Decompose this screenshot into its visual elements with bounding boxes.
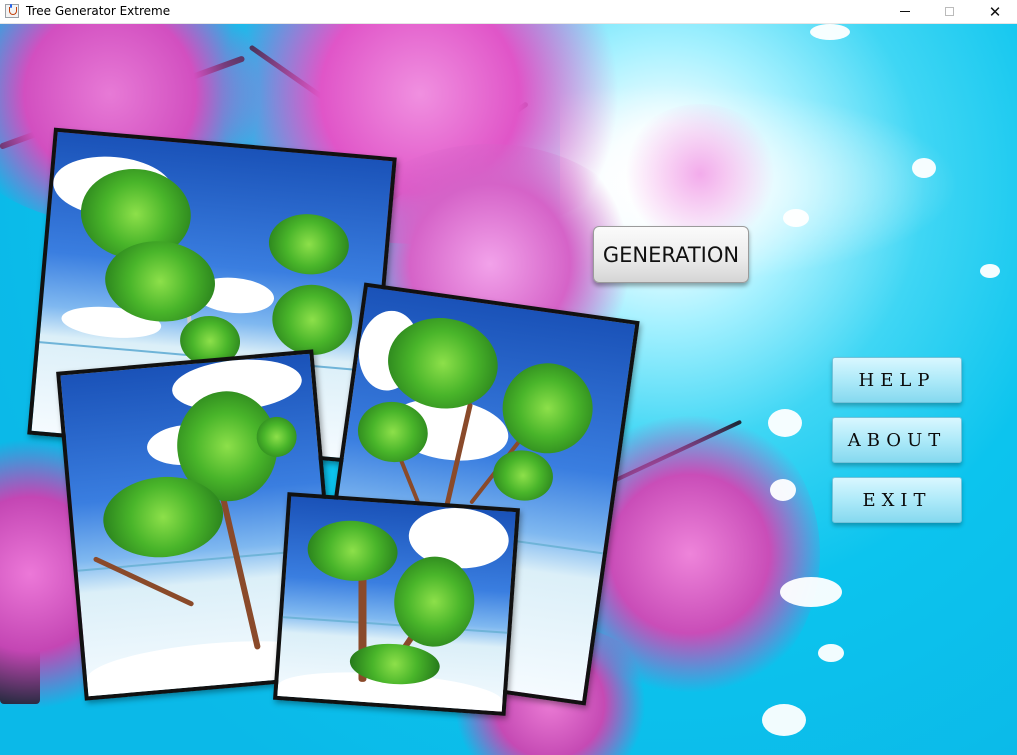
tree-preview-image — [273, 492, 520, 716]
title-bar: Tree Generator Extreme ✕ — [0, 0, 1017, 24]
close-button[interactable]: ✕ — [972, 0, 1017, 23]
close-icon: ✕ — [988, 2, 1002, 21]
maximize-icon — [944, 7, 954, 16]
java-cup-icon — [5, 4, 19, 18]
maximize-button[interactable] — [926, 0, 972, 23]
minimize-button[interactable] — [882, 0, 928, 23]
exit-button[interactable]: EXIT — [832, 477, 962, 523]
help-button[interactable]: HELP — [832, 357, 962, 403]
minimize-icon — [900, 11, 910, 12]
window-title: Tree Generator Extreme — [26, 4, 171, 18]
about-button[interactable]: ABOUT — [832, 417, 962, 463]
generation-button[interactable]: GENERATION — [593, 226, 749, 283]
